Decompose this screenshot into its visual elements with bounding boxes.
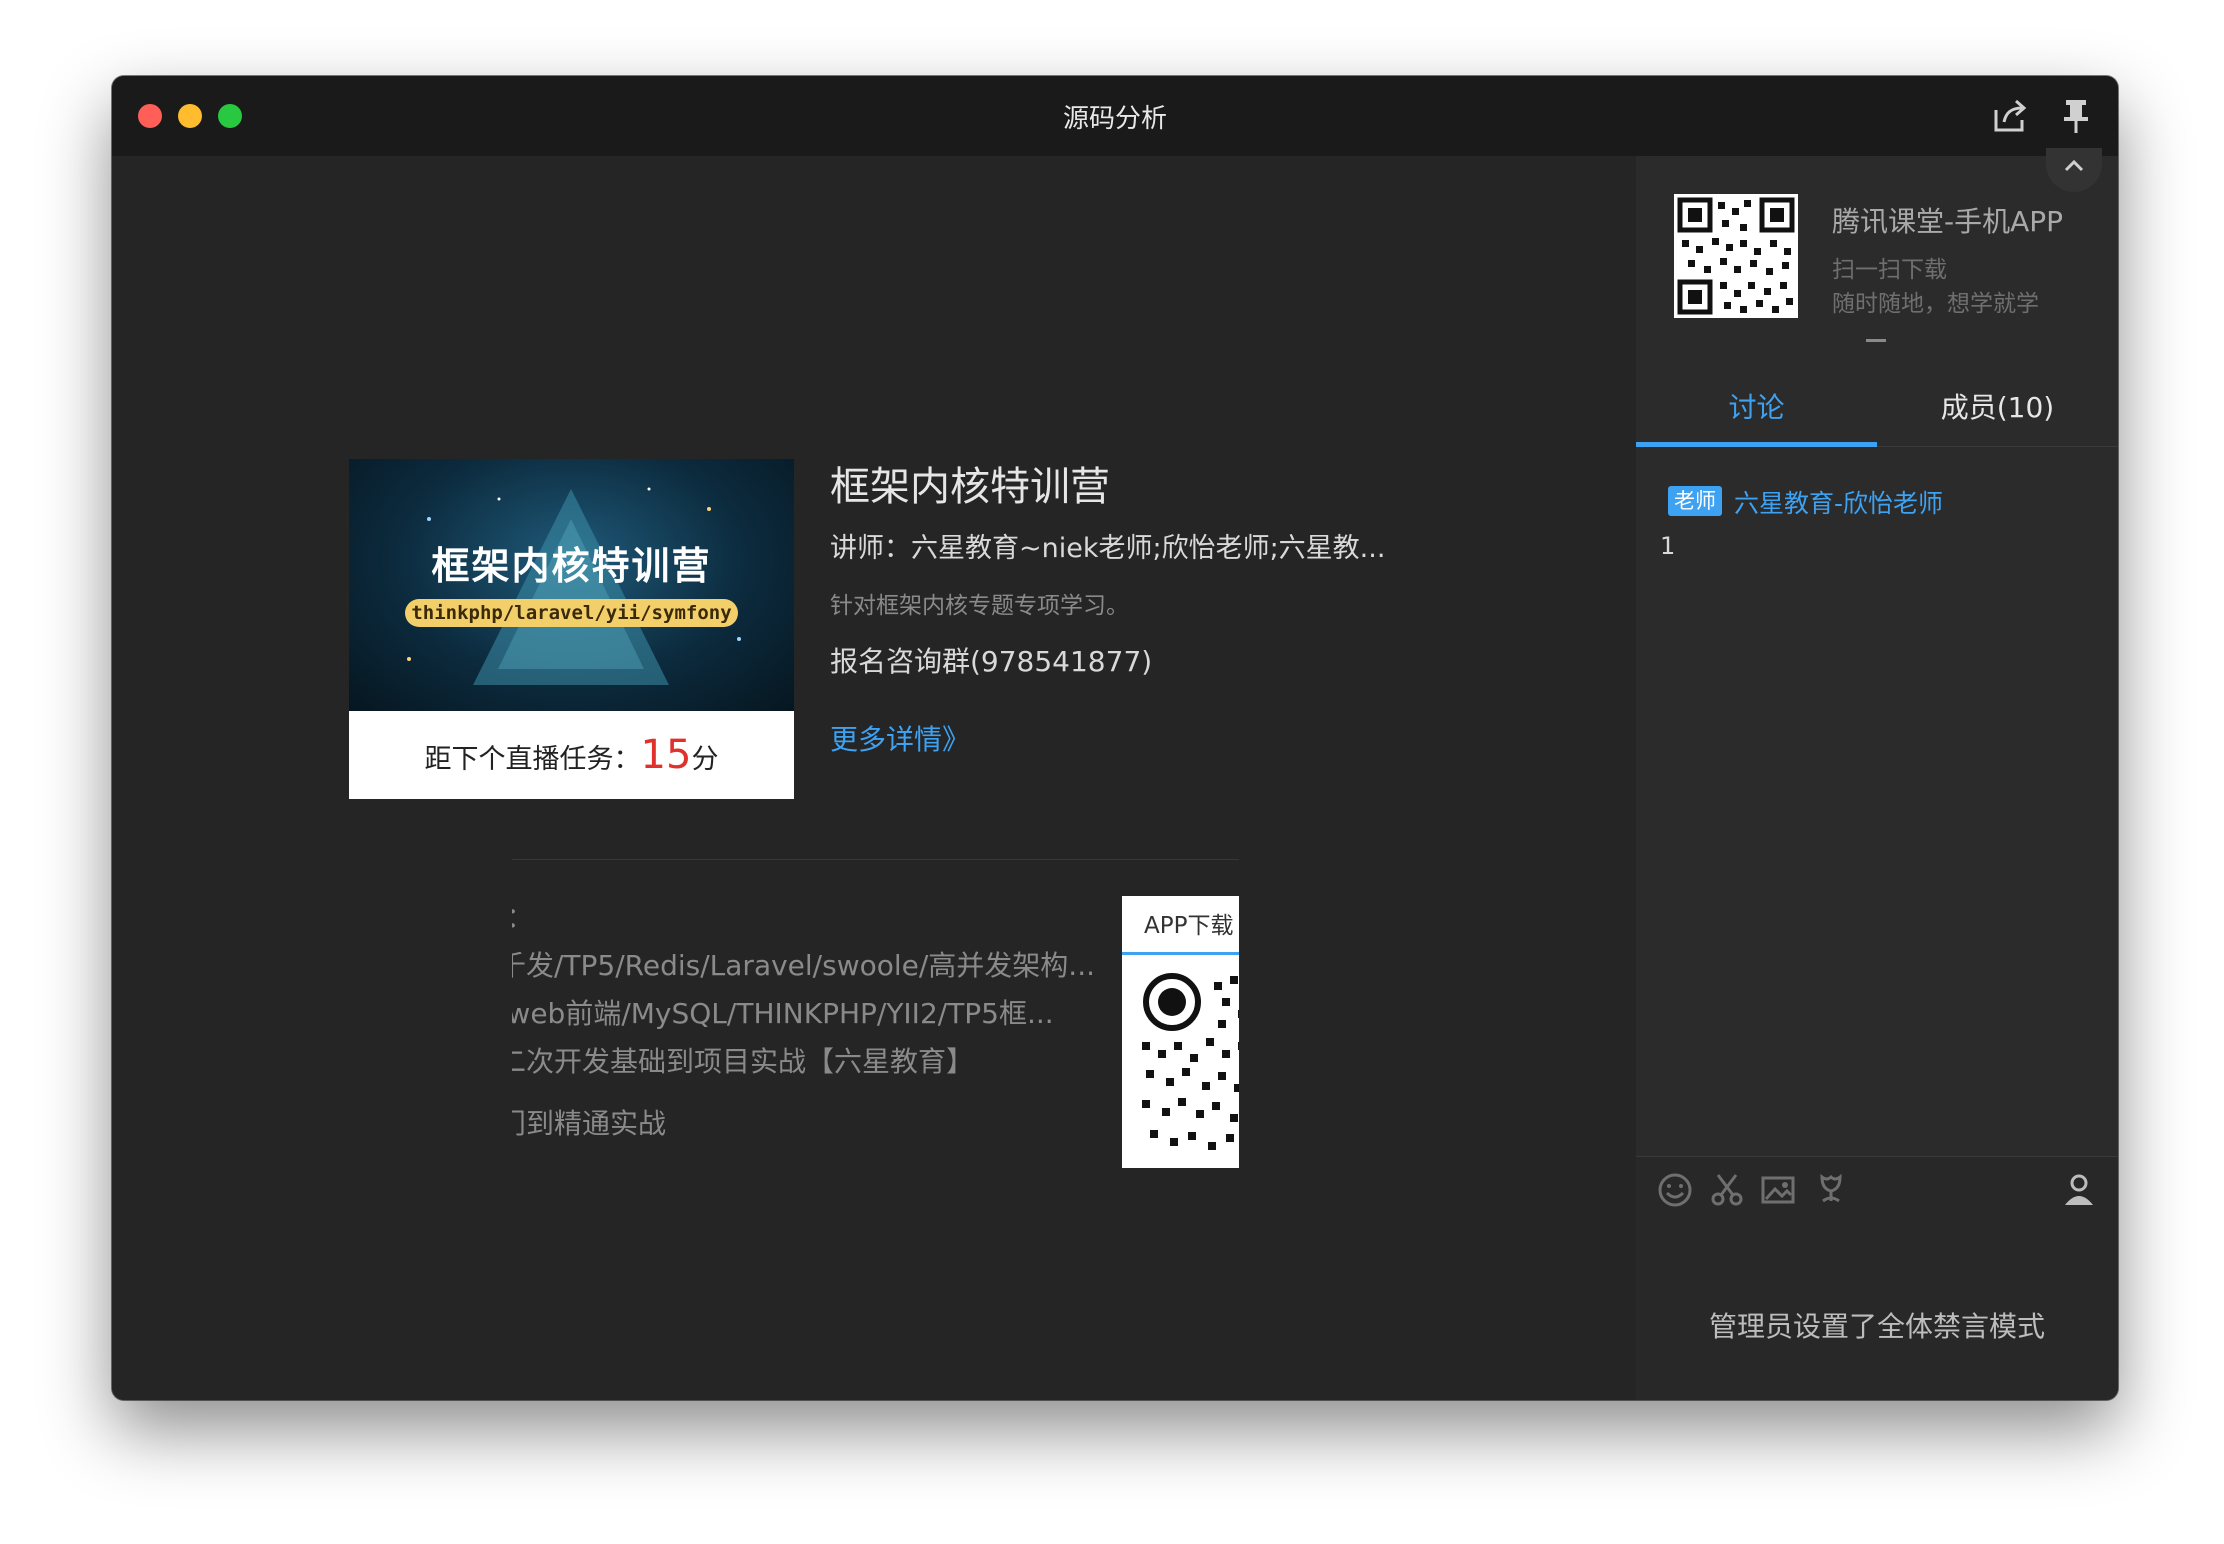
tab-members[interactable]: 成员(10): [1877, 370, 2118, 446]
app-promo-slogan: 随时随地，想学就学: [1832, 291, 2039, 317]
related-item[interactable]: 门到精通实战: [512, 1102, 666, 1142]
related-item[interactable]: 二次开发基础到项目实战【六星教育】: [512, 1040, 974, 1080]
app-card-divider: [1122, 952, 1239, 955]
cover-title: 框架内核特训营: [431, 544, 712, 588]
app-download-card[interactable]: APP下载: [1122, 896, 1239, 1168]
tab-discussion[interactable]: 讨论: [1636, 370, 1877, 446]
muted-notice: 管理员设置了全体禁言模式: [1708, 1310, 2045, 1343]
share-icon[interactable]: [1990, 96, 2030, 136]
countdown-label: 距下个直播任务：: [424, 744, 641, 775]
chevron-up-icon: [2064, 159, 2084, 172]
course-lecturer: 讲师：六星教育~niek老师;欣怡老师;六星教...: [830, 533, 1386, 564]
app-card-title: APP下载: [1144, 913, 1234, 939]
title-bar: 源码分析: [112, 76, 2118, 156]
course-contact: 报名咨询群(978541877): [830, 645, 1153, 678]
app-qr-code: [1674, 194, 1798, 318]
app-window: 源码分析 框架内核特训营 thinkphp/laravel/yii/symfon…: [112, 76, 2118, 1400]
related-item[interactable]: 千发/TP5/Redis/Laravel/swoole/高并发架构...: [512, 944, 1095, 984]
message-content: 1: [1660, 532, 1676, 560]
app-promo-subtitle: 扫一扫下载: [1832, 257, 1947, 283]
cover-tag: thinkphp/laravel/yii/symfony: [405, 599, 738, 627]
user-icon[interactable]: [2060, 1171, 2098, 1209]
sidebar: 腾讯课堂-手机APP 扫一扫下载 随时随地，想学就学 讨论 成员(10) 老师 …: [1636, 156, 2118, 1400]
course-cover[interactable]: 框架内核特训营 thinkphp/laravel/yii/symfony 距下个…: [349, 459, 794, 799]
related-item[interactable]: /web前端/MySQL/THINKPHP/YII2/TP5框...: [512, 992, 1054, 1032]
divider: [512, 859, 1239, 860]
window-title: 源码分析: [1062, 104, 1167, 134]
sidebar-tabs: 讨论 成员(10): [1636, 370, 2118, 447]
scissors-icon[interactable]: [1708, 1171, 1746, 1209]
collapse-indicator: [1866, 339, 1886, 342]
countdown-value: 15: [640, 732, 692, 778]
course-description: 针对框架内核专题专项学习。: [830, 593, 1129, 619]
teacher-badge: 老师: [1668, 486, 1722, 516]
related-heading: ī：: [512, 896, 534, 936]
emoji-icon[interactable]: [1656, 1171, 1694, 1209]
course-title: 框架内核特训营: [830, 464, 1110, 510]
chat-input-area: 管理员设置了全体禁言模式: [1636, 1156, 2118, 1400]
active-tab-indicator: [1636, 442, 1877, 447]
cover-image: 框架内核特训营 thinkphp/laravel/yii/symfony: [349, 459, 794, 711]
qr-code-icon: [1142, 973, 1239, 1150]
course-panel: 框架内核特训营 thinkphp/laravel/yii/symfony 距下个…: [112, 156, 1636, 1400]
app-promo-title: 腾讯课堂-手机APP: [1832, 205, 2064, 238]
message-author[interactable]: 六星教育-欣怡老师: [1734, 484, 1943, 520]
pin-icon[interactable]: [2056, 96, 2096, 136]
flower-icon[interactable]: [1812, 1171, 1850, 1209]
qr-code-icon: [1677, 197, 1795, 315]
image-icon[interactable]: [1760, 1171, 1798, 1209]
collapse-button[interactable]: [2046, 148, 2102, 192]
related-courses: ī： 千发/TP5/Redis/Laravel/swoole/高并发架构... …: [512, 896, 1239, 1196]
countdown-unit: 分: [691, 744, 719, 775]
live-countdown: 距下个直播任务：15分: [349, 711, 794, 799]
more-details-link[interactable]: 更多详情》: [830, 718, 970, 758]
